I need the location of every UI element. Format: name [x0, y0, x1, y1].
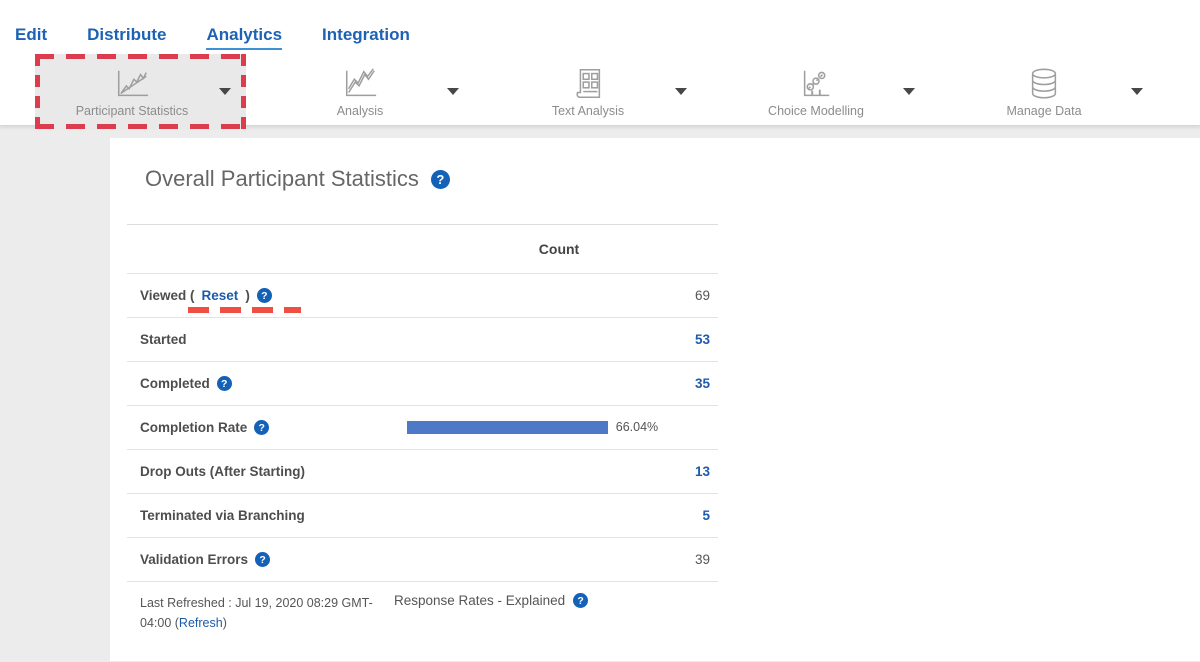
table-row-viewed: Viewed ( Reset ) 69: [127, 273, 718, 317]
row-value-link[interactable]: 35: [400, 362, 718, 405]
analytics-toolbar: Participant Statistics Analysis: [0, 58, 1200, 126]
toolbar-item-choice-modelling[interactable]: Choice Modelling: [702, 58, 930, 125]
nav-integration[interactable]: Integration: [322, 25, 410, 50]
nav-edit[interactable]: Edit: [15, 25, 47, 50]
row-value-link[interactable]: 5: [400, 494, 718, 537]
help-icon[interactable]: [573, 593, 588, 608]
help-icon[interactable]: [217, 376, 232, 391]
help-icon[interactable]: [255, 552, 270, 567]
response-rates-label: Response Rates - Explained: [394, 593, 565, 608]
toolbar-item-participant-statistics[interactable]: Participant Statistics: [18, 58, 246, 125]
refresh-link[interactable]: Refresh: [179, 616, 223, 630]
content-panel: Overall Participant Statistics Count Vie…: [110, 138, 1200, 661]
nav-distribute[interactable]: Distribute: [87, 25, 166, 50]
database-icon: [1023, 65, 1065, 103]
chevron-down-icon[interactable]: [675, 88, 687, 95]
row-label: Completed: [140, 376, 210, 391]
row-label: Completion Rate: [140, 420, 247, 435]
toolbar-item-label: Participant Statistics: [76, 104, 189, 118]
toolbar-item-manage-data[interactable]: Manage Data: [930, 58, 1158, 125]
row-label: Validation Errors: [140, 552, 248, 567]
toolbar-item-label: Text Analysis: [552, 104, 624, 118]
chevron-down-icon[interactable]: [903, 88, 915, 95]
chevron-down-icon[interactable]: [219, 88, 231, 95]
table-row-terminated: Terminated via Branching 5: [127, 493, 718, 537]
table-row-completion-rate: Completion Rate 66.04%: [127, 405, 718, 449]
help-icon[interactable]: [431, 170, 450, 189]
top-nav: Edit Distribute Analytics Integration: [0, 0, 1200, 58]
table-row-validation-errors: Validation Errors 39: [127, 537, 718, 581]
page-title: Overall Participant Statistics: [145, 166, 419, 192]
reset-link[interactable]: Reset: [202, 288, 239, 303]
participant-stats-table: Count Viewed ( Reset ) 69 Started 53: [127, 224, 718, 633]
completion-rate-percent: 66.04%: [616, 420, 658, 435]
table-footer: Last Refreshed : Jul 19, 2020 08:29 GMT-…: [127, 581, 718, 633]
scatter-trend-icon: [795, 65, 837, 103]
chevron-down-icon[interactable]: [1131, 88, 1143, 95]
line-chart-icon: [111, 65, 153, 103]
page-background: Overall Participant Statistics Count Vie…: [0, 126, 1200, 661]
toolbar-item-text-analysis[interactable]: Text Analysis: [474, 58, 702, 125]
table-row-drop-outs: Drop Outs (After Starting) 13: [127, 449, 718, 493]
table-header-row: Count: [127, 225, 718, 273]
table-row-completed: Completed 35: [127, 361, 718, 405]
annotation-dashed-underline: [188, 307, 301, 313]
zigzag-chart-icon: [339, 65, 381, 103]
count-column-header: Count: [400, 225, 718, 273]
row-value-link[interactable]: 53: [400, 318, 718, 361]
row-label: Terminated via Branching: [140, 508, 305, 523]
chevron-down-icon[interactable]: [447, 88, 459, 95]
toolbar-item-label: Manage Data: [1006, 104, 1081, 118]
row-value-link[interactable]: 13: [400, 450, 718, 493]
row-label: Started: [140, 332, 187, 347]
row-value: 69: [400, 274, 718, 317]
toolbar-item-label: Choice Modelling: [768, 104, 864, 118]
help-icon[interactable]: [254, 420, 269, 435]
document-grid-icon: [567, 65, 609, 103]
row-value: 39: [400, 538, 718, 581]
last-refreshed-text: Last Refreshed : Jul 19, 2020 08:29 GMT-…: [127, 593, 387, 633]
row-label: Drop Outs (After Starting): [140, 464, 305, 479]
table-row-started: Started 53: [127, 317, 718, 361]
row-label: Viewed (: [140, 288, 195, 303]
completion-rate-bar-fill: [407, 421, 608, 434]
help-icon[interactable]: [257, 288, 272, 303]
toolbar-item-label: Analysis: [337, 104, 384, 118]
row-label-suffix: ): [245, 288, 250, 303]
nav-analytics[interactable]: Analytics: [206, 25, 282, 50]
completion-rate-bar: 66.04%: [407, 421, 711, 434]
toolbar-item-analysis[interactable]: Analysis: [246, 58, 474, 125]
